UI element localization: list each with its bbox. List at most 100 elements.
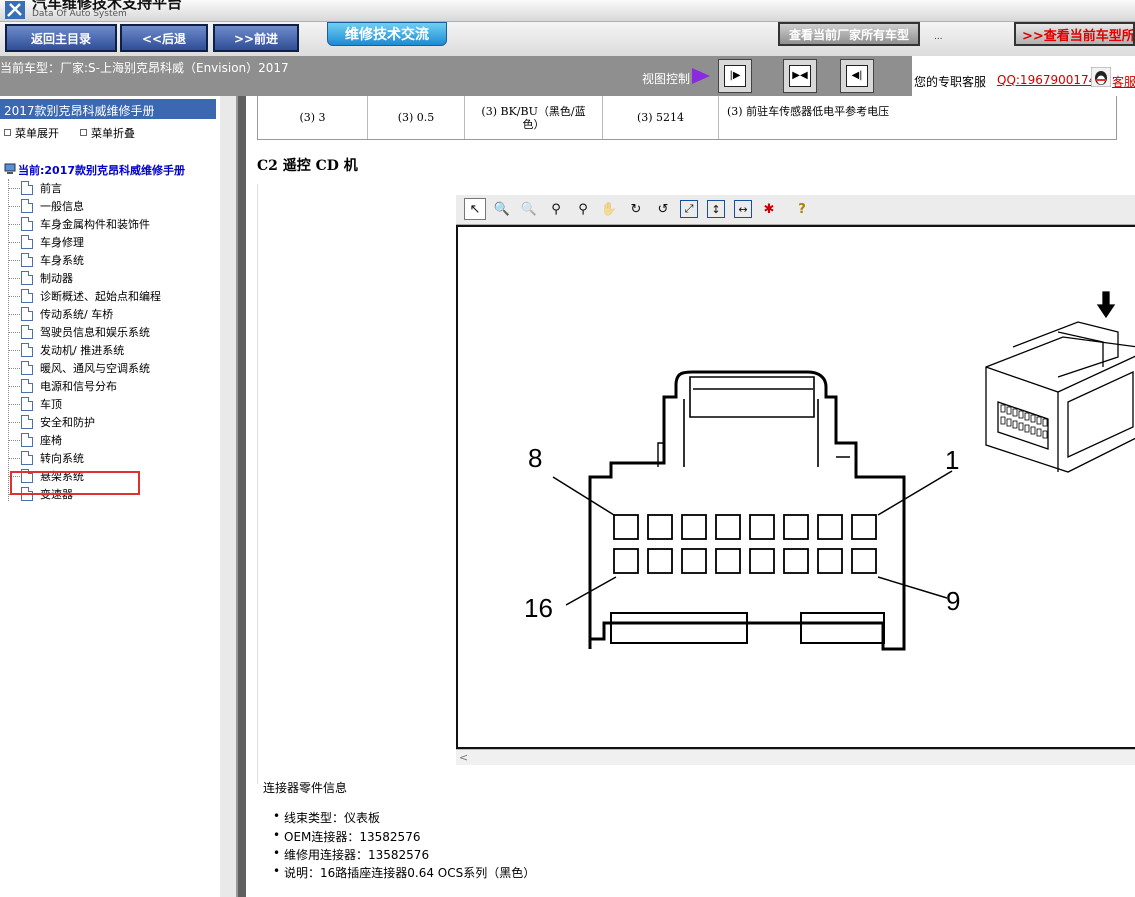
pin-label-9: 9: [946, 586, 960, 616]
document-icon: [21, 217, 33, 231]
pin-cavity: [647, 548, 673, 574]
highlight-button[interactable]: ✱: [758, 198, 780, 220]
pin-cavity-3d: [1030, 414, 1036, 423]
sidebar-scrollbar[interactable]: [220, 96, 236, 897]
sidebar-tree-item[interactable]: 诊断概述、起始点和编程: [8, 287, 161, 305]
pin-cavity: [647, 514, 673, 540]
sidebar-tree-item[interactable]: 驾驶员信息和娱乐系统: [8, 323, 150, 341]
view-control-label: 视图控制: [642, 72, 691, 86]
sidebar-tree-item-label: 前言: [40, 182, 62, 195]
tree-connector-line: [8, 349, 20, 351]
zoom-button[interactable]: ⚲: [545, 198, 567, 220]
sidebar-tree-item[interactable]: 暖风、通风与空调系统: [8, 359, 150, 377]
computer-icon: [4, 163, 16, 174]
current-model-button[interactable]: >>查看当前车型所: [1014, 22, 1135, 46]
sidebar-tree-item-label: 车身金属构件和装饰件: [40, 218, 150, 231]
pin-cavity: [681, 548, 707, 574]
pin-cavity-3d: [1042, 430, 1048, 439]
expand-right-icon: |▶: [724, 65, 746, 87]
view-split-button[interactable]: ▶◀: [783, 59, 817, 93]
scroll-left-icon[interactable]: <: [459, 751, 468, 764]
table-row: (3) 3 (3) 0.5 (3) BK/BU（黑色/蓝 色） (3) 5214…: [257, 96, 1117, 140]
home-button[interactable]: 返回主目录: [5, 24, 117, 52]
menu-expand-button[interactable]: 菜单展开: [4, 125, 59, 141]
tree-connector-line: [8, 205, 20, 207]
pin-cavities: [613, 514, 877, 574]
pin-label-1: 1: [945, 445, 959, 475]
rotate-cw-button[interactable]: ↻: [625, 198, 647, 220]
frame-divider[interactable]: [236, 96, 246, 897]
tree-root-label: 当前:2017款别克昂科威维修手册: [18, 164, 186, 177]
pan-button[interactable]: ✋: [598, 198, 620, 220]
sidebar-tree-item[interactable]: 电源和信号分布: [8, 377, 117, 395]
sidebar-tree-item[interactable]: 发动机/ 推进系统: [8, 341, 124, 359]
sidebar-tree-item[interactable]: 前言: [8, 179, 62, 197]
sidebar-tree-item[interactable]: 座椅: [8, 431, 62, 449]
sidebar-tree-item[interactable]: 转向系统: [8, 449, 84, 467]
pin-cavity: [613, 514, 639, 540]
sidebar-tree-item[interactable]: 车身修理: [8, 233, 84, 251]
zoom-in-button[interactable]: 🔍: [491, 198, 513, 220]
sidebar-tree-item-label: 车顶: [40, 398, 62, 411]
pin-cavity: [613, 548, 639, 574]
split-view-icon: ▶◀: [789, 65, 811, 87]
tree-connector-line: [8, 241, 20, 243]
sidebar-tree-item[interactable]: 车身金属构件和装饰件: [8, 215, 150, 233]
menu-collapse-button[interactable]: 菜单折叠: [80, 125, 135, 141]
qq-penguin-icon[interactable]: [1091, 67, 1111, 87]
view-expand-right-button[interactable]: |▶: [718, 59, 752, 93]
all-cars-button[interactable]: 查看当前厂家所有车型: [778, 22, 920, 46]
help-button[interactable]: ?: [791, 198, 813, 220]
document-icon: [21, 343, 33, 357]
pin-label-16: 16: [524, 593, 553, 623]
connector-latch: [683, 376, 819, 467]
magnifier-icon: ⚲: [551, 201, 561, 217]
forward-button[interactable]: >>前进: [213, 24, 299, 52]
sidebar-tree-item[interactable]: 制动器: [8, 269, 73, 287]
tech-forum-button[interactable]: 维修技术交流: [327, 22, 447, 46]
connector-3d-view: [985, 291, 1135, 473]
sidebar-tree-item[interactable]: 传动系统/ 车桥: [8, 305, 113, 323]
service-link[interactable]: 客服: [1112, 73, 1135, 90]
fit-height-button[interactable]: ↕: [705, 198, 727, 220]
main-content: (3) 3 (3) 0.5 (3) BK/BU（黑色/蓝 色） (3) 5214…: [246, 96, 1135, 897]
sidebar-tree-item-label: 车身系统: [40, 254, 84, 267]
select-tool-button[interactable]: ↖: [464, 198, 486, 220]
viewer-horizontal-scrollbar[interactable]: <: [456, 749, 1135, 765]
sidebar-tree-item[interactable]: 车身系统: [8, 251, 84, 269]
rotate-ccw-button[interactable]: ↺: [652, 198, 674, 220]
pin-cavity: [817, 548, 843, 574]
color-line-2: 色）: [522, 117, 545, 131]
service-qq-link[interactable]: QQ:1967900174: [997, 73, 1096, 87]
tree-connector-line: [8, 295, 20, 297]
connector-outline: [588, 370, 906, 651]
pin-cavity-3d: [1036, 416, 1042, 425]
sidebar-tree-item-label: 安全和防护: [40, 416, 95, 429]
zoom-area-button[interactable]: ⚲: [572, 198, 594, 220]
rotate-cw-icon: ↻: [630, 201, 642, 217]
tree-connector-line: [8, 313, 20, 315]
tree-connector-line: [8, 421, 20, 423]
tree-root[interactable]: 当前:2017款别克昂科威维修手册: [4, 162, 185, 178]
diagram-canvas[interactable]: 8 1 16 9: [456, 225, 1135, 749]
sidebar-tree-item[interactable]: 一般信息: [8, 197, 84, 215]
sidebar-tree-item[interactable]: 安全和防护: [8, 413, 95, 431]
pin-cavity: [749, 514, 775, 540]
circuit-cell: (3) 5214: [603, 96, 719, 139]
fit-all-button[interactable]: ⤢: [678, 198, 700, 220]
document-icon: [21, 325, 33, 339]
tree-connector-line: [8, 403, 20, 405]
viewer-toolbar: ↖ 🔍 🔍 ⚲ ⚲ ✋ ↻ ↺ ⤢ ↕ ↔ ✱ ?: [456, 195, 1135, 225]
connector-info-item: OEM连接器：13582576: [273, 828, 421, 845]
selection-highlight-box: [10, 471, 140, 495]
pin-cavity: [851, 514, 877, 540]
zoom-out-button[interactable]: 🔍: [518, 198, 540, 220]
sidebar-tree-item-label: 制动器: [40, 272, 73, 285]
fit-width-button[interactable]: ↔: [732, 198, 754, 220]
sidebar-tree-item[interactable]: 车顶: [8, 395, 62, 413]
view-expand-left-button[interactable]: ◀|: [840, 59, 874, 93]
back-button[interactable]: <<后退: [120, 24, 208, 52]
sidebar-tree-item-label: 传动系统/ 车桥: [40, 308, 114, 321]
rotate-ccw-icon: ↺: [657, 201, 669, 217]
pin-cavity-3d: [1012, 420, 1018, 429]
